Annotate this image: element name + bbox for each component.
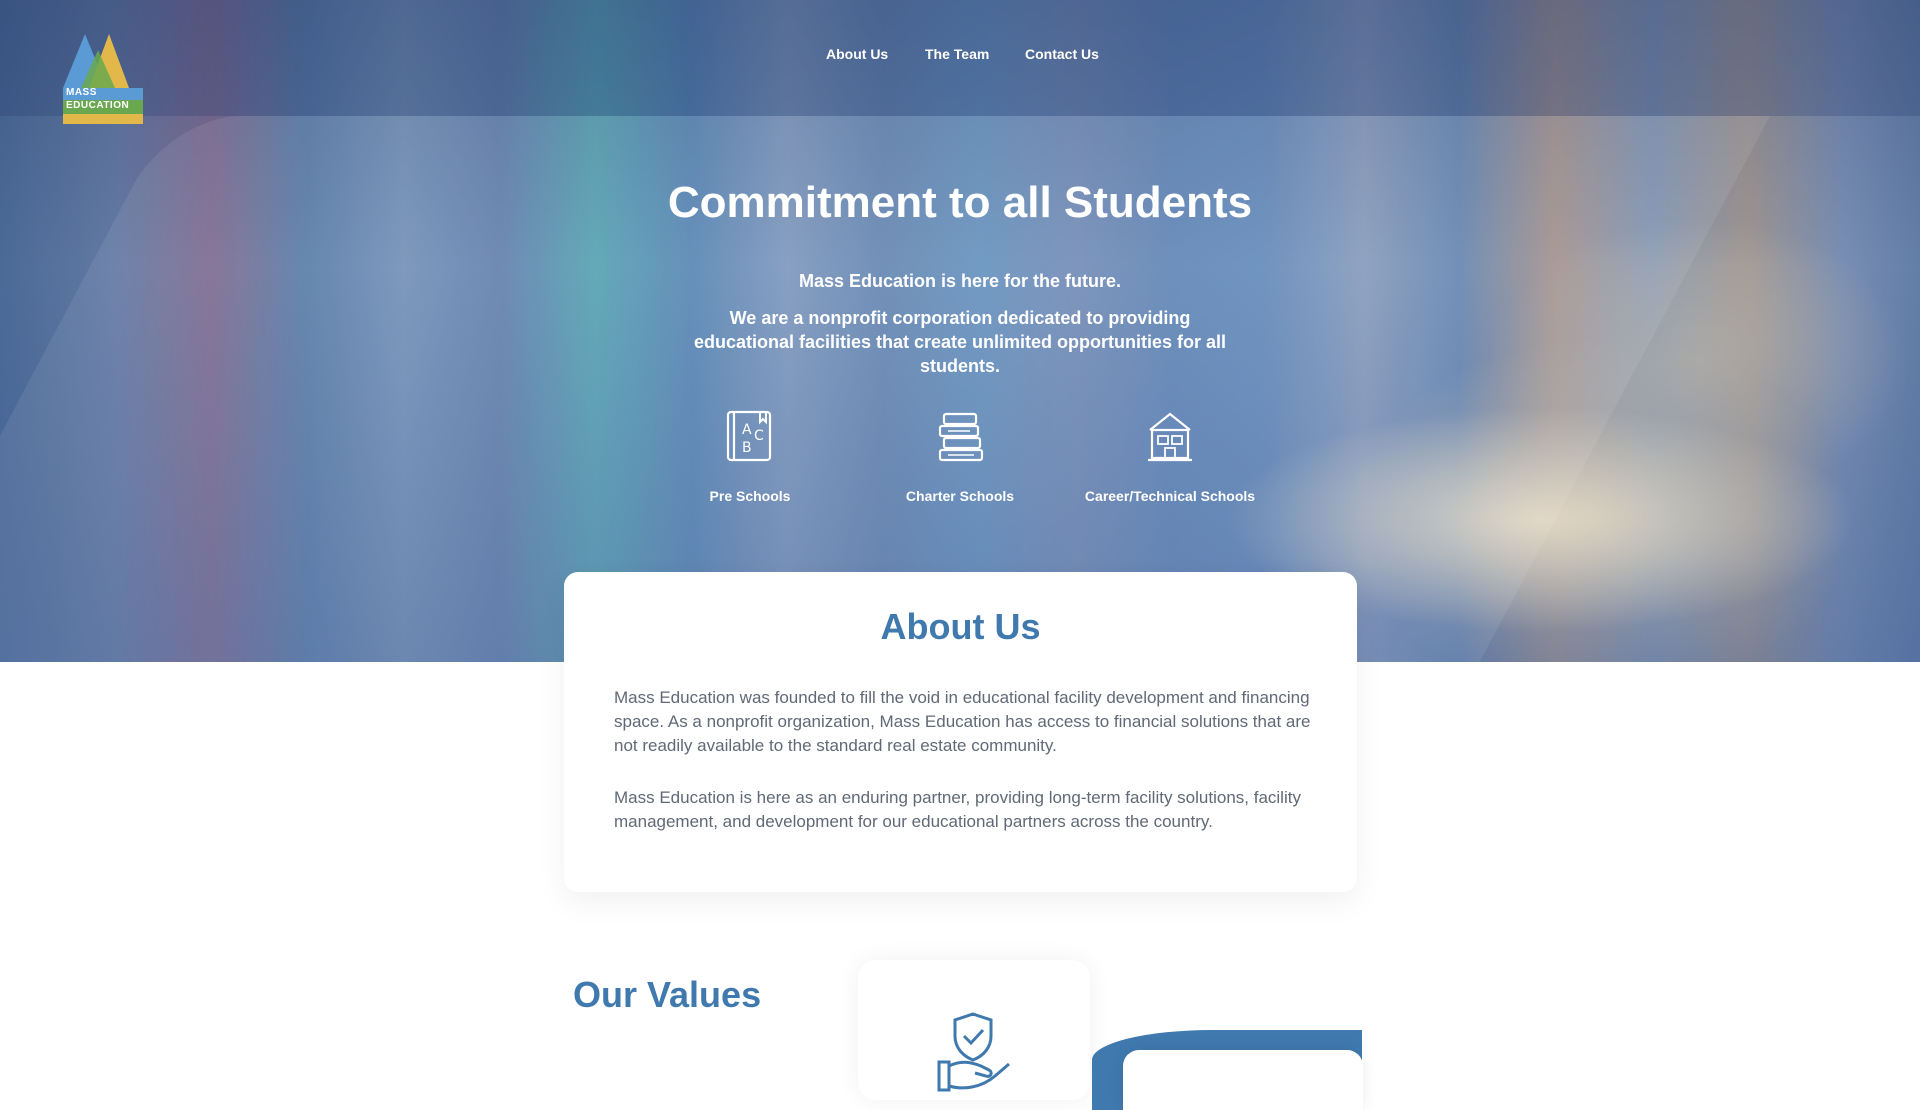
feature-pre-schools[interactable]: A C B Pre Schools (650, 408, 850, 506)
book-stack-icon (938, 412, 984, 462)
value-card-partial (1123, 1050, 1363, 1110)
abc-book-icon: A C B (726, 410, 772, 462)
feature-label: Pre Schools (709, 488, 791, 504)
hero-title: Commitment to all Students (667, 178, 1253, 227)
feature-career-technical-schools[interactable]: Career/Technical Schools (1070, 408, 1270, 506)
svg-text:C: C (754, 428, 764, 444)
svg-text:B: B (742, 440, 752, 456)
our-values-title: Our Values (573, 974, 762, 1015)
svg-text:A: A (742, 422, 752, 438)
nav-the-team[interactable]: The Team (925, 46, 989, 62)
about-us-title: About Us (880, 606, 1041, 647)
school-building-icon (1148, 412, 1192, 462)
nav-about-us[interactable]: About Us (826, 46, 888, 62)
about-us-card: About Us Mass Education was founded to f… (564, 572, 1357, 892)
value-card (858, 960, 1090, 1100)
hero-subtitle: Mass Education is here for the future. (798, 271, 1122, 291)
logo-text-education: EDUCATION (66, 100, 130, 111)
hero-description: We are a nonprofit corporation dedicated… (693, 308, 1227, 376)
logo-text-mass: MASS (66, 87, 97, 98)
hero-banner: MASS EDUCATION About Us The Team Contact… (0, 0, 1920, 662)
feature-label: Charter Schools (905, 488, 1015, 504)
about-paragraph-1: Mass Education was founded to fill the v… (614, 688, 1311, 755)
about-paragraph-2: Mass Education is here as an enduring pa… (614, 788, 1301, 831)
feature-label: Career/Technical Schools (1084, 488, 1256, 504)
main-nav: About Us The Team Contact Us (0, 46, 1920, 66)
nav-contact-us[interactable]: Contact Us (1025, 46, 1099, 62)
feature-charter-schools[interactable]: Charter Schools (860, 408, 1060, 506)
shield-check-hand-icon (937, 1012, 1010, 1092)
